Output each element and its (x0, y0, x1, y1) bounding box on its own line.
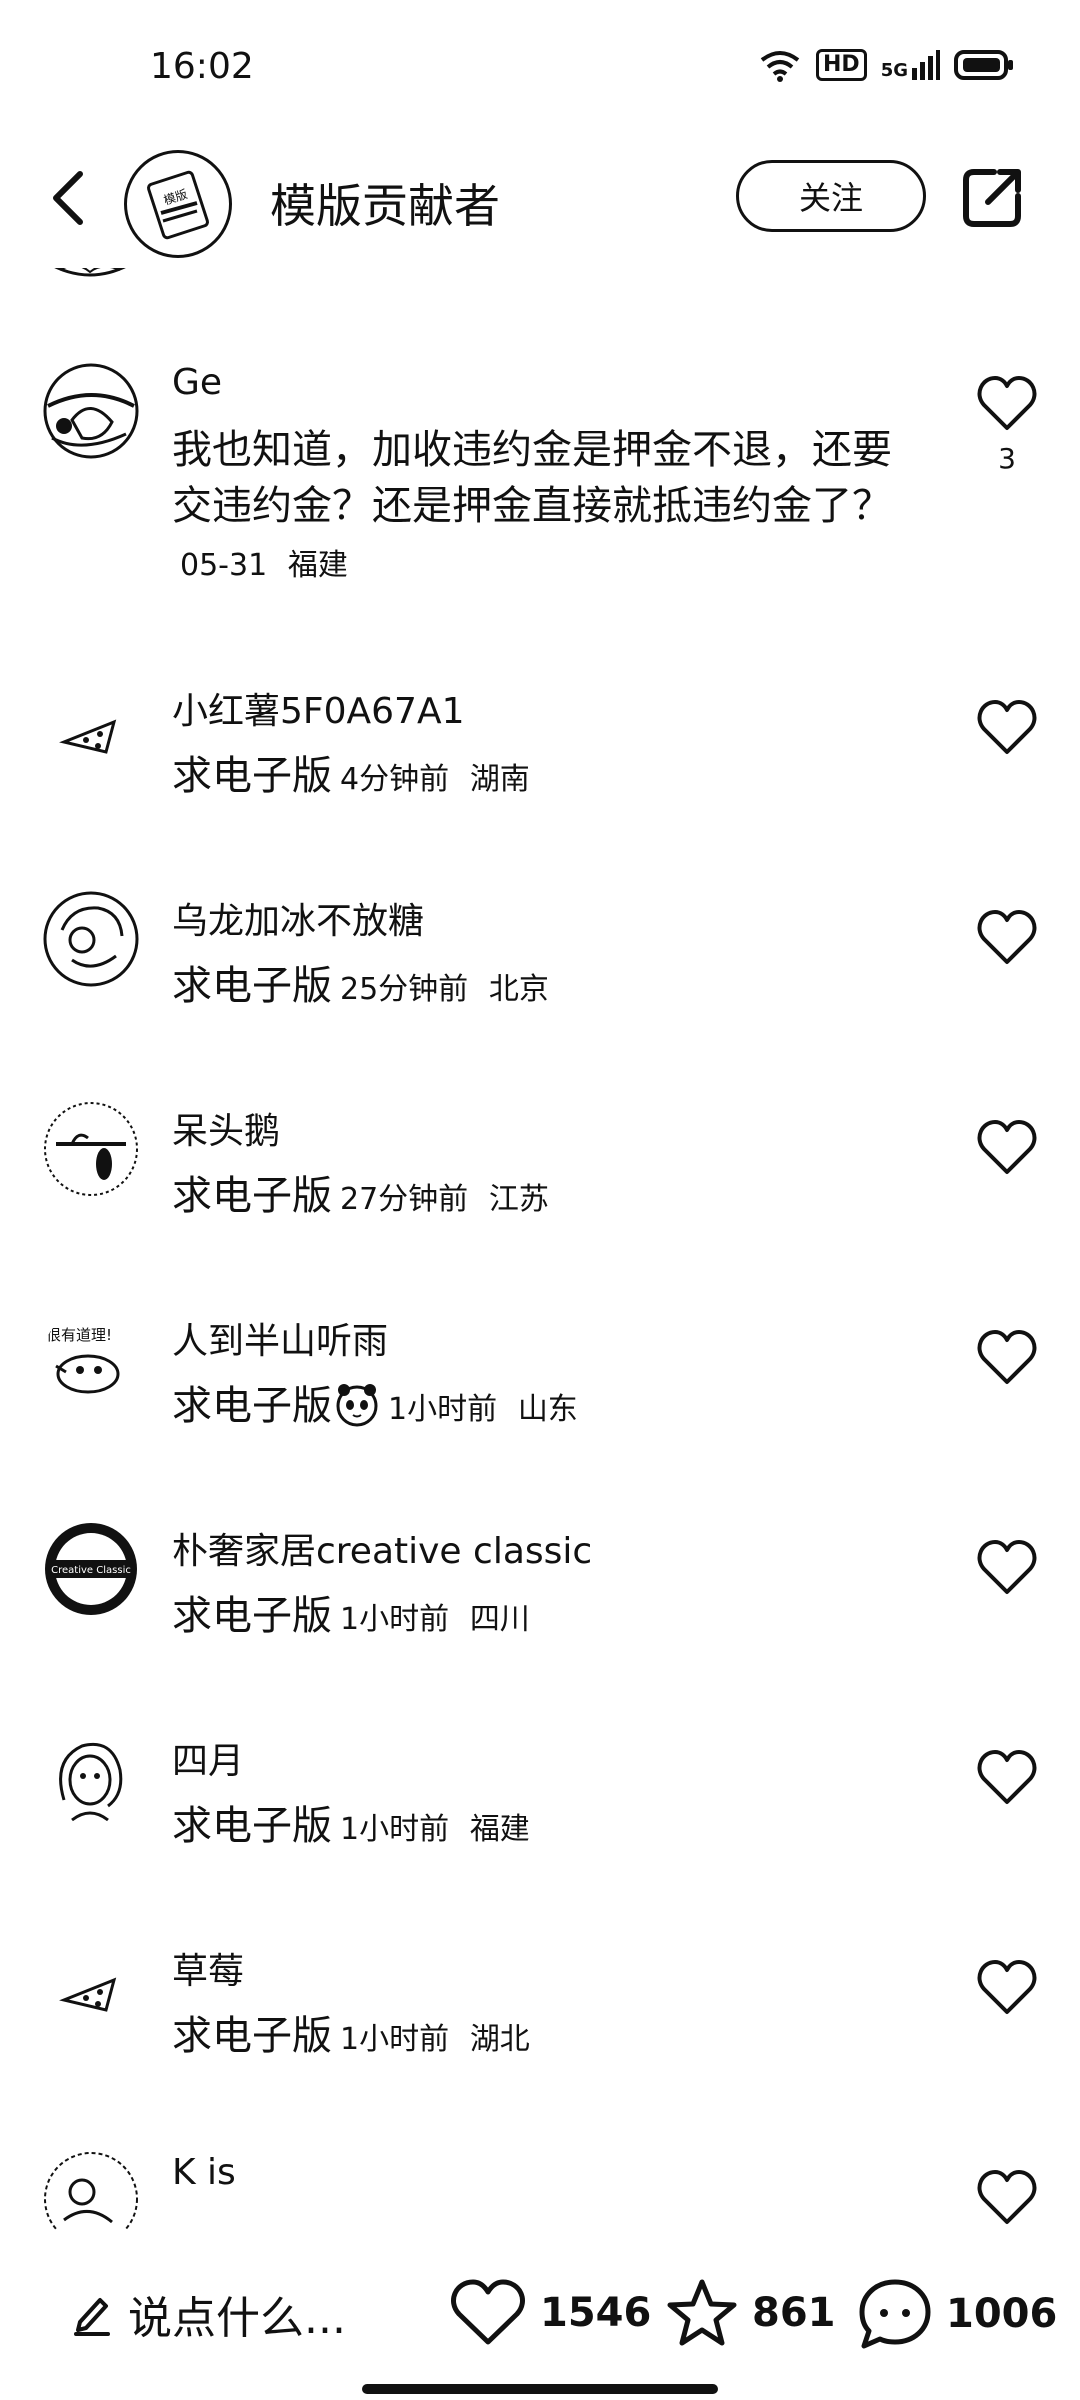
comment-text: 求电子版 1小时前 福建 (172, 1798, 530, 1858)
pencil-icon (74, 2298, 110, 2336)
comment-location: 四川 (469, 1602, 530, 1637)
author-avatar[interactable]: 模版 (124, 150, 232, 258)
avatar[interactable] (42, 890, 140, 988)
top-nav-bar: 模版 模版贡献者 关注 (0, 140, 1080, 268)
comment-location: 福建 (469, 1812, 530, 1847)
heart-icon[interactable] (976, 1748, 1038, 1808)
comment-time: 25分钟前 (340, 972, 469, 1007)
comment-location: 湖南 (469, 762, 530, 797)
bottom-action-bar: 说点什么... 1546 861 1006 (0, 2260, 1080, 2370)
home-indicator[interactable] (362, 2384, 718, 2394)
comment-location: 江苏 (488, 1182, 549, 1217)
avatar[interactable] (42, 1940, 140, 2038)
avatar[interactable] (42, 682, 140, 780)
comment-text: 求电子版 1小时前 湖北 (172, 2008, 530, 2068)
like-count: 3 (998, 442, 1016, 475)
comment-time: 27分钟前 (340, 1182, 469, 1217)
comment-list[interactable]: Ge 我也知道，加收违约金是押金不退，还要交违约金？还是押金直接就抵违约金了？ 0… (0, 0, 1080, 2230)
avatar[interactable] (42, 2150, 140, 2230)
share-button[interactable] (960, 164, 1026, 230)
post-comment-count: 1006 (946, 2291, 1058, 2337)
post-star-count: 861 (752, 2290, 836, 2336)
like-post-button[interactable]: 1546 (450, 2278, 651, 2348)
collect-post-button[interactable]: 861 (666, 2278, 836, 2348)
comment-body: 求电子版 (172, 753, 332, 799)
heart-icon[interactable] (976, 1958, 1038, 2018)
comment-username[interactable]: Ge (172, 362, 222, 403)
heart-icon[interactable] (976, 2168, 1038, 2228)
comment-location: 湖北 (469, 2022, 530, 2057)
comment-input-placeholder: 说点什么... (128, 2293, 346, 2344)
comment-body: 求电子版 (172, 1593, 332, 1639)
comment-username[interactable]: 人到半山听雨 (172, 1312, 388, 1364)
heart-icon[interactable] (976, 698, 1038, 758)
comment-location: 山东 (517, 1392, 578, 1427)
comment-text: 求电子版 27分钟前 江苏 (172, 1168, 549, 1228)
comment-body: 求电子版 (172, 1803, 332, 1849)
comment-body: 我也知道，加收违约金是押金不退，还要交违约金？还是押金直接就抵违约金了？ (172, 427, 892, 529)
comment-text: 求电子版 1小时前 山东 (172, 1378, 578, 1438)
comment-text: 我也知道，加收违约金是押金不退，还要交违约金？还是押金直接就抵违约金了？ 05-3… (172, 422, 912, 594)
comment-location: 北京 (488, 972, 549, 1007)
comment-username[interactable]: 草莓 (172, 1942, 244, 1994)
heart-icon (451, 2279, 525, 2345)
heart-icon[interactable] (976, 1538, 1038, 1598)
reason-sticker-text: 很有道理! (46, 1326, 112, 1344)
comment-text: 求电子版 4分钟前 湖南 (172, 748, 530, 808)
comment-body: 求电子版 (172, 963, 332, 1009)
heart-icon[interactable] (976, 374, 1038, 434)
comment-username[interactable]: 朴奢家居creative classic (172, 1522, 592, 1574)
heart-icon[interactable] (976, 1328, 1038, 1388)
comment-post-button[interactable]: 1006 (858, 2278, 1057, 2350)
comment-location: 福建 (287, 548, 348, 583)
heart-icon[interactable] (976, 1118, 1038, 1178)
comment-time: 1小时前 (388, 1392, 498, 1427)
comment-time: 1小时前 (340, 1812, 450, 1847)
comment-time: 05-31 (180, 548, 268, 583)
comment-text: 求电子版 1小时前 四川 (172, 1588, 530, 1648)
comment-username[interactable]: 四月 (172, 1732, 244, 1784)
avatar[interactable] (42, 1730, 140, 1828)
comment-time: 1小时前 (340, 1602, 450, 1637)
comment-username[interactable]: 乌龙加冰不放糖 (172, 892, 424, 944)
comment-body: 求电子版 (172, 2013, 332, 2059)
panda-emoji-icon (336, 1384, 378, 1427)
post-like-count: 1546 (540, 2290, 652, 2336)
creative-logo-text: Creative Classic (51, 1565, 131, 1576)
avatar[interactable] (42, 1100, 140, 1198)
share-icon (963, 169, 1021, 227)
back-button[interactable] (38, 168, 98, 228)
author-name[interactable]: 模版贡献者 (270, 170, 500, 236)
chat-bubble-icon (859, 2279, 931, 2349)
comment-username[interactable]: 呆头鹅 (172, 1102, 280, 1154)
avatar[interactable]: 很有道理! (42, 1310, 140, 1408)
comment-body: 求电子版 (172, 1383, 332, 1429)
heart-icon[interactable] (976, 908, 1038, 968)
star-icon (667, 2279, 737, 2346)
avatar[interactable]: Creative Classic (42, 1520, 140, 1618)
comment-username[interactable]: K is (172, 2152, 236, 2193)
avatar[interactable] (42, 362, 140, 460)
follow-button[interactable]: 关注 (736, 160, 926, 232)
chevron-left-icon (53, 171, 83, 225)
comment-text: 求电子版 25分钟前 北京 (172, 958, 549, 1018)
comment-body: 求电子版 (172, 1173, 332, 1219)
comment-input[interactable]: 说点什么... (72, 2282, 346, 2346)
comment-time: 1小时前 (340, 2022, 450, 2057)
comment-time: 4分钟前 (340, 762, 450, 797)
comment-username[interactable]: 小红薯5F0A67A1 (172, 682, 464, 734)
